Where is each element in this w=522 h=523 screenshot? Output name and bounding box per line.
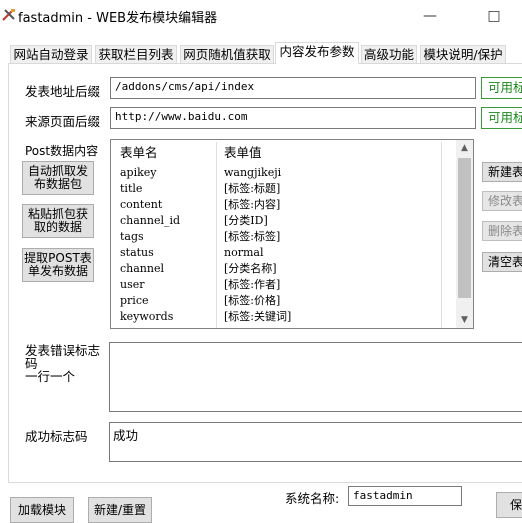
scroll-down-icon[interactable]: ▼ [456,312,473,328]
available-tags-button-2[interactable]: 可用标 [481,107,522,129]
row-value: [分类ID] [224,214,268,227]
table-row[interactable]: content [标签:内容] [111,197,457,213]
row-name: content [120,198,163,211]
auto-capture-button[interactable]: 自动抓取发 布数据包 [22,161,94,195]
tab-publish-params[interactable]: 内容发布参数 [275,42,359,64]
tab-website-login[interactable]: 网站自动登录 [10,45,92,63]
row-name: keywords [120,310,174,323]
table-row[interactable]: channel_id [分类ID] [111,213,457,229]
row-value: normal [224,246,264,259]
scroll-up-icon[interactable]: ▲ [456,140,473,156]
window-title: fastadmin - WEB发布模块编辑器 [18,11,218,26]
table-row[interactable]: user [标签:作者] [111,277,457,293]
table-row[interactable]: channel [分类名称] [111,261,457,277]
column-header-name[interactable]: 表单名 [120,143,158,163]
row-name: channel_id [120,214,181,227]
extract-post-button[interactable]: 提取POST表 单发布数据 [22,248,94,282]
row-value: [标签:内容] [224,198,281,211]
row-value: [标签:标题] [224,182,281,195]
row-value: [标签:关键词] [224,310,292,323]
system-name-input[interactable]: fastadmin [348,486,462,506]
publish-url-label: 发表地址后缀 [25,84,101,99]
row-name: user [120,278,145,291]
app-logo-icon [2,9,15,21]
row-value: [标签:作者] [224,278,281,291]
row-name: price [120,294,149,307]
row-value: wangjikeji [224,166,282,179]
available-tags-button[interactable]: 可用标 [481,77,522,99]
source-url-input[interactable]: http://www.baidu.com [110,107,476,129]
table-row[interactable]: apikey wangjikeji [111,165,457,181]
minimize-button[interactable]: — [420,6,440,26]
new-form-button[interactable]: 新建表 [482,162,522,182]
table-row[interactable]: keywords [标签:关键词] [111,309,457,325]
table-row[interactable]: tags [标签:标签] [111,229,457,245]
paste-capture-button[interactable]: 粘贴抓包获 取的数据 [22,204,94,238]
post-data-table[interactable]: 表单名 表单值 apikey wangjikeji title [标签:标题] co… [110,139,474,329]
row-name: title [120,182,143,195]
tab-module-info[interactable]: 模块说明/保护 [420,45,506,63]
row-name: channel [120,262,164,275]
success-flag-label: 成功标志码 [25,429,88,444]
scrollbar-thumb[interactable] [458,158,471,298]
row-value: [分类名称] [224,262,277,275]
save-button[interactable]: 保 [496,492,522,518]
table-row[interactable]: title [标签:标题] [111,181,457,197]
error-flag-textarea[interactable] [109,342,522,412]
load-module-button[interactable]: 加载模块 [10,497,74,523]
success-flag-textarea[interactable]: 成功 [109,422,522,462]
new-reset-button[interactable]: 新建/重置 [88,497,152,523]
row-name: apikey [120,166,157,179]
column-header-value[interactable]: 表单值 [224,143,262,163]
tab-random-value[interactable]: 网页随机值获取 [180,45,274,63]
clear-form-button[interactable]: 清空表 [482,252,522,272]
source-url-label: 来源页面后缀 [25,114,101,129]
row-name: tags [120,230,144,243]
error-flag-label: 发表错误标志码 一行一个 [25,343,101,384]
edit-form-button[interactable]: 修改表 [482,191,522,211]
table-scrollbar[interactable]: ▲ ▼ [456,140,473,328]
row-value: [标签:价格] [224,294,281,307]
post-data-label: Post数据内容 [25,144,99,158]
maximize-button[interactable]: □ [484,6,504,26]
delete-form-button[interactable]: 删除表 [482,221,522,241]
row-name: status [120,246,154,259]
tab-category-list[interactable]: 获取栏目列表 [95,45,177,63]
publish-url-input[interactable]: /addons/cms/api/index [110,77,476,99]
system-name-label: 系统名称: [285,491,340,506]
table-row[interactable]: status normal [111,245,457,261]
table-row[interactable]: price [标签:价格] [111,293,457,309]
tab-advanced[interactable]: 高级功能 [361,45,417,63]
row-value: [标签:标签] [224,230,281,243]
